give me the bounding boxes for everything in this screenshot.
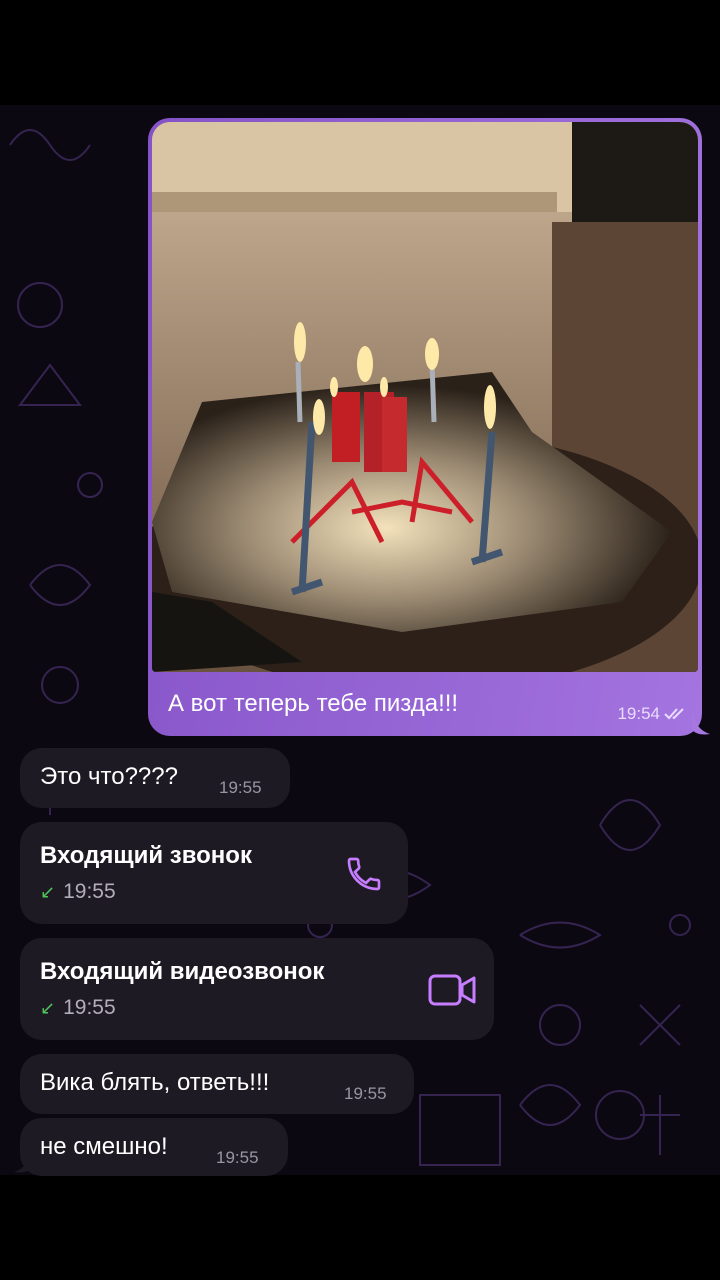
message-text: Вика блять, ответь!!! [40, 1069, 270, 1096]
incoming-message[interactable]: Вика блять, ответь!!! 19:55 [20, 1054, 414, 1114]
bubble-tail [692, 712, 710, 735]
incoming-arrow-icon: ↙ [40, 997, 56, 1018]
message-timestamp: 19:55 [219, 778, 262, 797]
double-check-icon [664, 708, 684, 720]
message-text: Это что???? [40, 763, 178, 790]
call-type-label: Входящий звонок [40, 842, 252, 869]
call-time: 19:55 [63, 996, 116, 1019]
call-time: 19:55 [63, 880, 116, 903]
photo-caption: А вот теперь тебе пизда!!! [168, 690, 459, 717]
message-timestamp: 19:55 [344, 1084, 387, 1103]
incoming-message[interactable]: не смешно! 19:55 [20, 1118, 288, 1176]
bubble-tail [14, 1150, 32, 1173]
incoming-call-message[interactable]: Входящий звонок ↙ 19:55 [20, 822, 408, 924]
call-type-label: Входящий видеозвонок [40, 958, 325, 985]
incoming-video-call-message[interactable]: Входящий видеозвонок ↙ 19:55 [20, 938, 494, 1040]
message-text: не смешно! [40, 1133, 168, 1160]
video-camera-icon[interactable] [428, 972, 478, 1008]
incoming-arrow-icon: ↙ [40, 881, 56, 902]
outgoing-photo-message[interactable]: А вот теперь тебе пизда!!! 19:54 [148, 118, 702, 736]
timestamp-text: 19:54 [617, 704, 660, 723]
incoming-message[interactable]: Это что???? 19:55 [20, 748, 290, 808]
call-meta: ↙ 19:55 [40, 996, 116, 1020]
cake-photo[interactable] [152, 122, 698, 672]
phone-icon[interactable] [344, 854, 384, 894]
message-timestamp: 19:55 [216, 1148, 259, 1167]
call-meta: ↙ 19:55 [40, 880, 116, 904]
message-timestamp: 19:54 [617, 704, 688, 724]
